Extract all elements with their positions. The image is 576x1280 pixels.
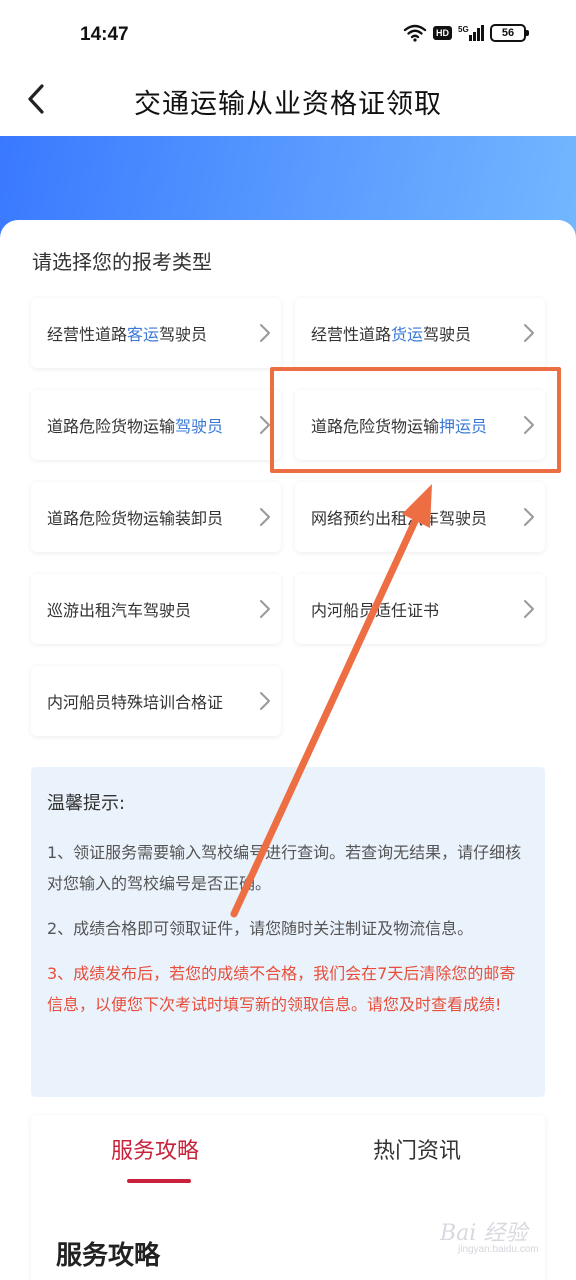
status-time: 14:47 bbox=[80, 24, 129, 45]
chevron-right-icon bbox=[260, 692, 270, 710]
content-heading: 服务攻略 bbox=[56, 1241, 161, 1271]
main-card: 请选择您的报考类型 经营性道路客运驾驶员 经营性道路货运驾驶员 道路危险货物运输… bbox=[0, 220, 576, 1280]
watermark-url: jingyan.baidu.com bbox=[458, 1244, 539, 1255]
option-label: 经营性道路客运驾驶员 bbox=[47, 325, 208, 344]
option-hazmat-driver[interactable]: 道路危险货物运输驾驶员 bbox=[31, 390, 281, 460]
tip-warning: 3、成绩发布后，若您的成绩不合格，我们会在7天后清除您的邮寄信息，以便您下次考试… bbox=[47, 964, 516, 1014]
tips-title: 温馨提示: bbox=[47, 793, 126, 814]
tip-item: 1、领证服务需要输入驾校编号进行查询。若查询无结果，请仔细核对您输入的驾校编号是… bbox=[47, 843, 522, 893]
tab-service-guide[interactable]: 服务攻略 bbox=[111, 1133, 199, 1165]
tab-hot-news[interactable]: 热门资讯 bbox=[373, 1133, 461, 1165]
option-label: 网络预约出租汽车驾驶员 bbox=[311, 509, 488, 528]
option-inland-crew-special-training[interactable]: 内河船员特殊培训合格证 bbox=[31, 666, 281, 736]
wifi-icon bbox=[403, 24, 427, 42]
option-label: 内河船员适任证书 bbox=[311, 601, 440, 620]
option-inland-crew-certificate[interactable]: 内河船员适任证书 bbox=[295, 574, 545, 644]
status-bar: 14:47 HD 5G 56 bbox=[0, 0, 576, 70]
chevron-right-icon bbox=[260, 508, 270, 526]
battery-icon: 56 bbox=[490, 24, 529, 42]
status-icons: HD 5G 56 bbox=[403, 24, 529, 42]
chevron-right-icon bbox=[260, 600, 270, 618]
tips-panel: 温馨提示: 1、领证服务需要输入驾校编号进行查询。若查询无结果，请仔细核对您输入… bbox=[31, 767, 545, 1097]
option-label: 经营性道路货运驾驶员 bbox=[311, 325, 472, 344]
hd-icon: HD bbox=[433, 26, 452, 40]
chevron-right-icon bbox=[524, 416, 534, 434]
option-label: 道路危险货物运输驾驶员 bbox=[47, 417, 224, 436]
option-passenger-transport-driver[interactable]: 经营性道路客运驾驶员 bbox=[31, 298, 281, 368]
tip-item: 2、成绩合格即可领取证件，请您随时关注制证及物流信息。 bbox=[47, 919, 474, 938]
option-ride-hailing-driver[interactable]: 网络预约出租汽车驾驶员 bbox=[295, 482, 545, 552]
nav-bar: 交通运输从业资格证领取 bbox=[0, 70, 576, 136]
chevron-right-icon bbox=[524, 600, 534, 618]
option-label: 道路危险货物运输装卸员 bbox=[47, 509, 224, 528]
option-label: 内河船员特殊培训合格证 bbox=[47, 693, 224, 712]
tab-active-indicator bbox=[127, 1179, 191, 1183]
option-hazmat-escort[interactable]: 道路危险货物运输押运员 bbox=[295, 390, 545, 460]
option-freight-transport-driver[interactable]: 经营性道路货运驾驶员 bbox=[295, 298, 545, 368]
chevron-right-icon bbox=[260, 416, 270, 434]
svg-text:5G: 5G bbox=[458, 25, 469, 34]
option-label: 巡游出租汽车驾驶员 bbox=[47, 601, 192, 620]
chevron-right-icon bbox=[260, 324, 270, 342]
watermark-logo: Bai 经验 bbox=[440, 1221, 528, 1246]
option-label: 道路危险货物运输押运员 bbox=[311, 417, 488, 436]
option-taxi-driver[interactable]: 巡游出租汽车驾驶员 bbox=[31, 574, 281, 644]
page-title: 交通运输从业资格证领取 bbox=[134, 89, 442, 120]
section-title: 请选择您的报考类型 bbox=[32, 250, 212, 274]
chevron-right-icon bbox=[524, 324, 534, 342]
signal-icon: 5G bbox=[458, 25, 484, 41]
chevron-right-icon bbox=[524, 508, 534, 526]
option-hazmat-loader[interactable]: 道路危险货物运输装卸员 bbox=[31, 482, 281, 552]
